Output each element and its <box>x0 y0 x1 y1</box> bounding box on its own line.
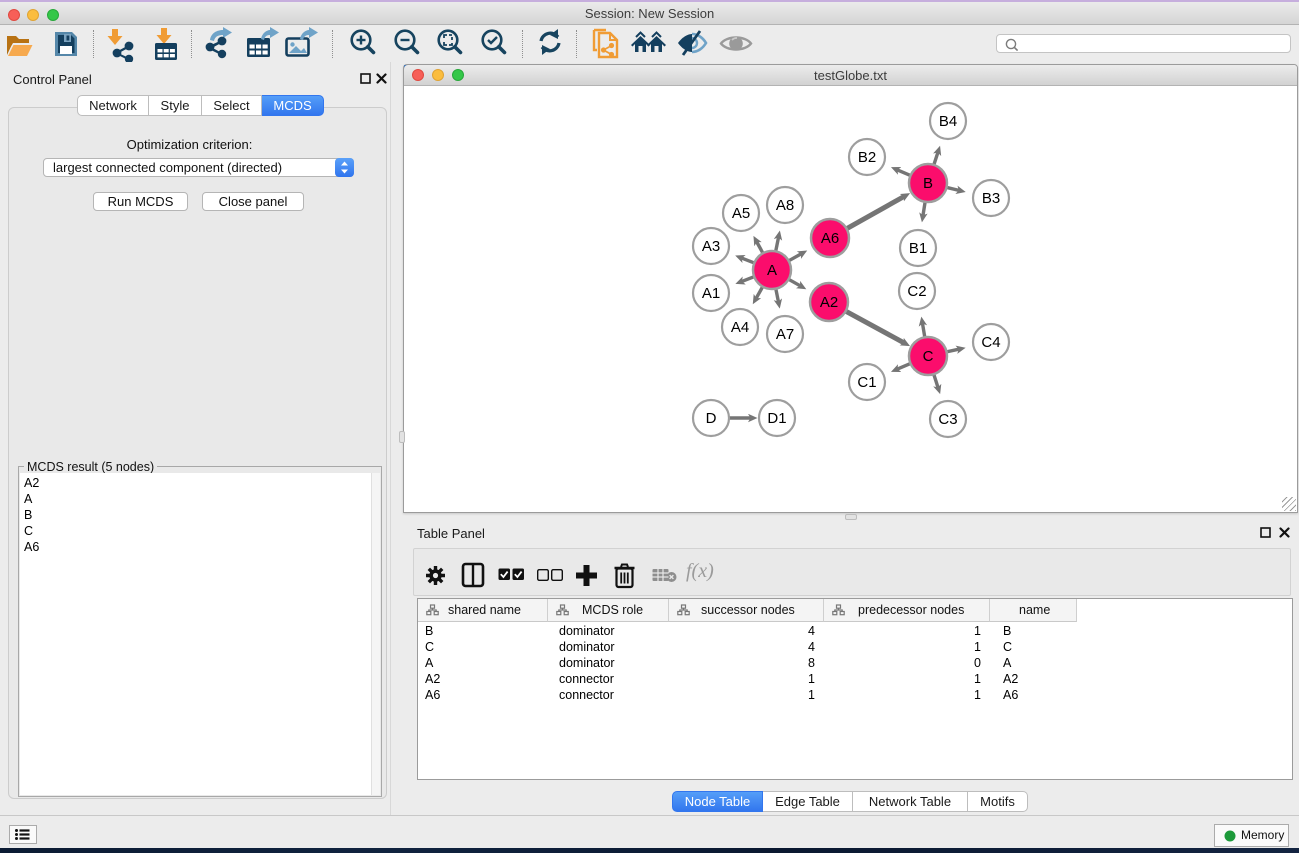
svg-text:D1: D1 <box>767 410 786 427</box>
svg-text:A: A <box>767 262 777 279</box>
svg-text:A2: A2 <box>820 294 838 311</box>
svg-text:C: C <box>923 348 934 365</box>
svg-text:D: D <box>706 410 717 427</box>
svg-text:B1: B1 <box>909 240 927 257</box>
svg-text:A3: A3 <box>702 238 720 255</box>
svg-text:C4: C4 <box>981 334 1000 351</box>
svg-text:A5: A5 <box>732 205 750 222</box>
svg-text:B4: B4 <box>939 113 957 130</box>
svg-text:B2: B2 <box>858 149 876 166</box>
svg-text:A7: A7 <box>776 326 794 343</box>
svg-text:A8: A8 <box>776 197 794 214</box>
svg-text:C3: C3 <box>938 411 957 428</box>
svg-text:A1: A1 <box>702 285 720 302</box>
svg-text:A4: A4 <box>731 319 749 336</box>
svg-text:A6: A6 <box>821 230 839 247</box>
svg-text:C2: C2 <box>907 283 926 300</box>
svg-text:B3: B3 <box>982 190 1000 207</box>
svg-text:B: B <box>923 175 933 192</box>
svg-text:C1: C1 <box>857 374 876 391</box>
